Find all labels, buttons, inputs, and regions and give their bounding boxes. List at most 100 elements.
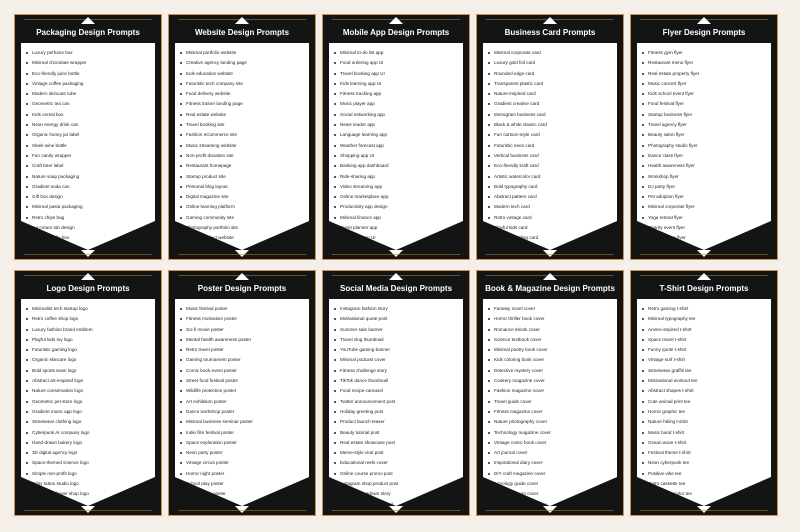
prompt-list-item: Astrology guide cover [488,479,617,489]
prompt-list-item: Mental health awareness poster [180,335,309,345]
prompt-list-item: Kids learning app UI [334,79,463,89]
prompt-list-item: Space exploration poster [180,438,309,448]
prompt-list: Minimal corporate card Luxury gold foil c… [483,43,617,250]
prompt-list-item: Horror thriller book cover [488,314,617,324]
prompt-list-item: Retro cassette tee [642,479,771,489]
prompt-list-item: Fun candy wrapper [26,151,155,161]
prompt-list-item: Nature soap packaging [26,172,155,182]
prompt-list-item: Abstract art-inspired logo [26,376,155,386]
prompt-list-item: Cookery magazine cover [488,376,617,386]
prompt-list-item: Fitness challenge story [334,366,463,376]
prompt-list-item: Gaming tournament poster [180,355,309,365]
prompt-list-item: Restaurant homepage [180,161,309,171]
prompt-list-item: Luxury perfume box [26,48,155,58]
prompt-list-item: Cute animal print tee [642,397,771,407]
prompt-list: Minimal to-do list app Food ordering app … [329,43,463,244]
prompt-list-item: Retro chips bag [26,213,155,223]
prompt-list-item: Startup pitch poster [180,489,309,499]
prompt-list: Retro gaming t-shirt Minimal typography t… [637,299,771,506]
prompt-list-item: Travel agency flyer [642,120,771,130]
prompt-list-item: Fitness tracking app [334,89,463,99]
card-bottom-notch [543,506,557,513]
prompt-list-item: Weather forecast app [334,141,463,151]
prompt-list-item: Modern tech card [488,202,617,212]
prompt-list-item: Motivational quote post [334,314,463,324]
prompt-list-item: Neon cyberpunk tee [642,458,771,468]
prompt-list-item: Workshop flyer [642,172,771,182]
prompt-list: Luxury perfume box Minimal chocolate wrap… [21,43,155,250]
prompt-list: Instagram fashion story Motivational quot… [329,299,463,506]
prompt-list-item: Retro gaming t-shirt [642,304,771,314]
prompt-list-item: Gaming community site [180,213,309,223]
prompt-list-item: Abstract shapes t-shirt [642,386,771,396]
prompt-list-item: Nature conservation logo [26,386,155,396]
card-panel: Fantasy novel cover Horror thriller book … [483,299,617,506]
prompt-list-item: Banking app dashboard [334,161,463,171]
prompt-list: Fitness gym flyer Restaurant menu flyer Re… [637,43,771,250]
prompt-list-item: Meme-style viral post [334,448,463,458]
prompt-list-item: Black & white classic card [488,120,617,130]
prompt-list: Minimal portfolio website Creative agency… [175,43,309,250]
card-title: T-Shirt Design Prompts [659,284,749,293]
prompt-list-item: Simple non-profit logo [26,469,155,479]
card-bottom-notch [81,506,95,513]
card-top-notch [543,273,557,280]
prompt-list-item: Minimal poetry book cover [488,345,617,355]
prompt-list-item: Sci-fi movie poster [180,325,309,335]
prompt-list-item: Retro travel poster [180,345,309,355]
card-panel: Retro gaming t-shirt Minimal typography t… [637,299,771,506]
prompt-list-item: Beauty salon flyer [642,130,771,140]
prompt-list-item: Eco-friendly kraft card [488,161,617,171]
card-top-notch [235,17,249,24]
prompt-list-item: Abstract pattern card [488,192,617,202]
prompt-list-item: Video streaming app [334,182,463,192]
prompt-list-item: Non-profit donation site [180,151,309,161]
prompt-list-item: Twitter announcement post [334,397,463,407]
prompt-list-item: Space travel t-shirt [642,335,771,345]
prompt-list-item: Wildlife protection poster [180,386,309,396]
card-panel: Music festival poster Fitness motivation … [175,299,309,506]
prompt-list-item: Minimal chocolate wrapper [26,58,155,68]
prompt-list-item: Yoga retreat flyer [642,213,771,223]
prompt-card: Poster Design Prompts Music festival pos… [168,270,316,516]
prompt-list: Minimalist tech startup logo Retro coffee… [21,299,155,506]
prompt-list-item: Productivity app design [334,202,463,212]
prompt-list-item: Language learning app [334,130,463,140]
card-panel: Fitness gym flyer Restaurant menu flyer Re… [637,43,771,250]
prompt-list-item: Travel booking app UI [334,69,463,79]
card-top-notch [235,273,249,280]
prompt-list-item: Futuristic gaming logo [26,345,155,355]
prompt-list-item: Futuristic neon card [488,141,617,151]
prompt-list-item: Personal blog layout [180,182,309,192]
prompt-list-item: Gift box design [26,192,155,202]
prompt-list-item: Romance ebook cover [488,325,617,335]
card-panel: Minimalist tech startup logo Retro coffee… [21,299,155,506]
prompt-list-item: Futuristic tech company site [180,79,309,89]
card-title: Book & Magazine Design Prompts [485,284,615,293]
card-title: Logo Design Prompts [46,284,130,293]
prompt-list-item: Dance workshop poster [180,407,309,417]
card-title: Packaging Design Prompts [36,28,140,37]
prompt-list-item: Playful kids card [488,223,617,233]
card-bottom-notch [697,506,711,513]
prompt-list-item: Streetwear clothing logo [26,417,155,427]
prompt-list-item: Food ordering app UI [334,58,463,68]
card-top-notch [81,273,95,280]
prompt-list-item: Playful kids toy logo [26,335,155,345]
prompt-list-item: Instagram fashion story [334,304,463,314]
prompt-list-item: Pet adoption flyer [642,192,771,202]
prompt-list-item: Motivational workout tee [642,376,771,386]
prompt-card-grid: Packaging Design Prompts Luxury perfume … [14,14,778,516]
prompt-list-item: Ride-sharing app [334,172,463,182]
prompt-list: Music festival poster Fitness motivation … [175,299,309,506]
prompt-card: Flyer Design Prompts Fitness gym flyer Re… [630,14,778,260]
prompt-list-item: Space-themed science logo [26,458,155,468]
card-bottom-notch [389,506,403,513]
prompt-list-item: Vintage circus poster [180,458,309,468]
card-bottom-notch [697,250,711,257]
prompt-list-item: Art exhibition poster [180,397,309,407]
prompt-list-item: Edgy tattoo studio logo [26,479,155,489]
prompt-list-item: Detective mystery cover [488,366,617,376]
prompt-list-item: Gradient creative card [488,99,617,109]
prompt-list-item: Music festival poster [180,304,309,314]
